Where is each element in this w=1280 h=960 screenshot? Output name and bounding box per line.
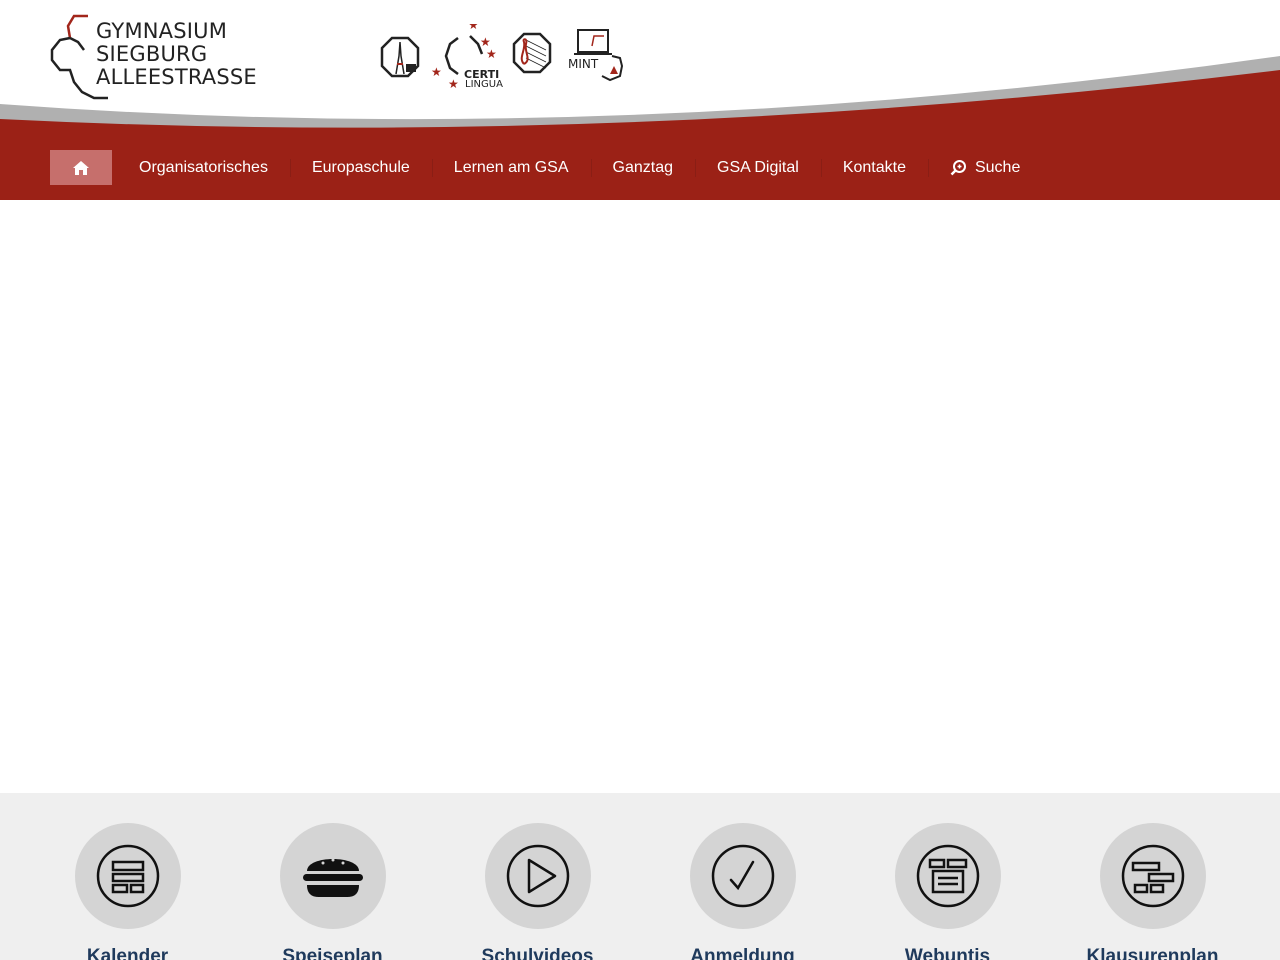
music-badge-icon[interactable]: [510, 30, 554, 78]
home-button[interactable]: [50, 150, 112, 185]
nav-item-label: Europaschule: [311, 158, 410, 176]
search-label: Suche: [974, 158, 1021, 176]
svg-text:★: ★: [431, 65, 442, 79]
plan-icon: [1121, 844, 1184, 908]
quicklink-label: Speiseplan: [282, 946, 383, 960]
play-icon: [506, 844, 569, 908]
quicklink-circle: [74, 823, 181, 929]
school-logo[interactable]: GYMNASIUM SIEGBURG ALLEESTRASSE: [48, 12, 257, 102]
eiffel-tower-badge-icon[interactable]: [378, 34, 422, 80]
svg-text:★: ★: [468, 24, 479, 32]
nav-item-search[interactable]: Suche: [927, 150, 1042, 185]
logo-text: GYMNASIUM SIEGBURG ALLEESTRASSE: [96, 20, 257, 89]
quicklink-label: Klausurenplan: [1086, 946, 1219, 960]
home-icon: [73, 160, 89, 175]
nav-item-label: Organisatorisches: [139, 158, 268, 176]
checkmark-icon: [711, 844, 774, 908]
nav-item-label: Kontakte: [842, 158, 906, 176]
burger-icon: [302, 858, 363, 897]
mint-badge-icon[interactable]: MINT: [564, 28, 630, 84]
quicklink-speiseplan[interactable]: Speiseplan: [230, 823, 435, 960]
badge-strip: ★ ★ ★ ★ ★ CERTI LINGUA MINT: [376, 24, 636, 90]
nav-item-label: Lernen am GSA: [453, 158, 569, 176]
search-icon: [950, 160, 966, 176]
quicklink-label: Schulvideos: [481, 946, 594, 960]
certilingua-badge-icon[interactable]: ★ ★ ★ ★ ★ CERTI LINGUA: [430, 24, 506, 90]
quicklink-label: Anmeldung: [690, 946, 795, 960]
nav-item-label: GSA Digital: [717, 158, 799, 176]
quicklink-webuntis[interactable]: Webuntis: [845, 823, 1050, 960]
main-navigation: Organisatorisches Europaschule Lernen am…: [0, 133, 1280, 200]
calendar-icon: [96, 844, 159, 908]
svg-text:★: ★: [486, 47, 497, 61]
logo-line-3: ALLEESTRASSE: [96, 65, 257, 89]
logo-line-1: GYMNASIUM: [96, 19, 228, 43]
nav-item-europaschule[interactable]: Europaschule: [289, 150, 432, 185]
mint-text: MINT: [568, 57, 599, 71]
quicklink-circle: [484, 823, 591, 929]
nav-item-kontakte[interactable]: Kontakte: [820, 150, 928, 185]
schedule-icon: [916, 844, 979, 908]
quicklinks-bar: Kalender Speiseplan Schulvideos Anmeldun…: [0, 793, 1280, 960]
quicklink-circle: [689, 823, 796, 929]
nav-item-lernen-am-gsa[interactable]: Lernen am GSA: [431, 150, 591, 185]
logo-line-2: SIEGBURG: [96, 42, 208, 66]
svg-text:★: ★: [448, 77, 459, 90]
quicklink-circle: [279, 823, 386, 929]
quicklink-circle: [1099, 823, 1206, 929]
quicklink-label: Webuntis: [904, 946, 991, 960]
quicklink-kalender[interactable]: Kalender: [25, 823, 230, 960]
nav-item-gsa-digital[interactable]: GSA Digital: [695, 150, 821, 185]
certilingua-text-2: LINGUA: [465, 79, 503, 90]
quicklink-circle: [894, 823, 1001, 929]
quicklink-klausurenplan[interactable]: Klausurenplan: [1050, 823, 1255, 960]
quicklink-anmeldung[interactable]: Anmeldung: [640, 823, 845, 960]
quicklink-schulvideos[interactable]: Schulvideos: [435, 823, 640, 960]
nav-item-organisatorisches[interactable]: Organisatorisches: [117, 150, 290, 185]
quicklink-label: Kalender: [86, 946, 169, 960]
nav-item-label: Ganztag: [612, 158, 674, 176]
nav-item-ganztag[interactable]: Ganztag: [590, 150, 695, 185]
